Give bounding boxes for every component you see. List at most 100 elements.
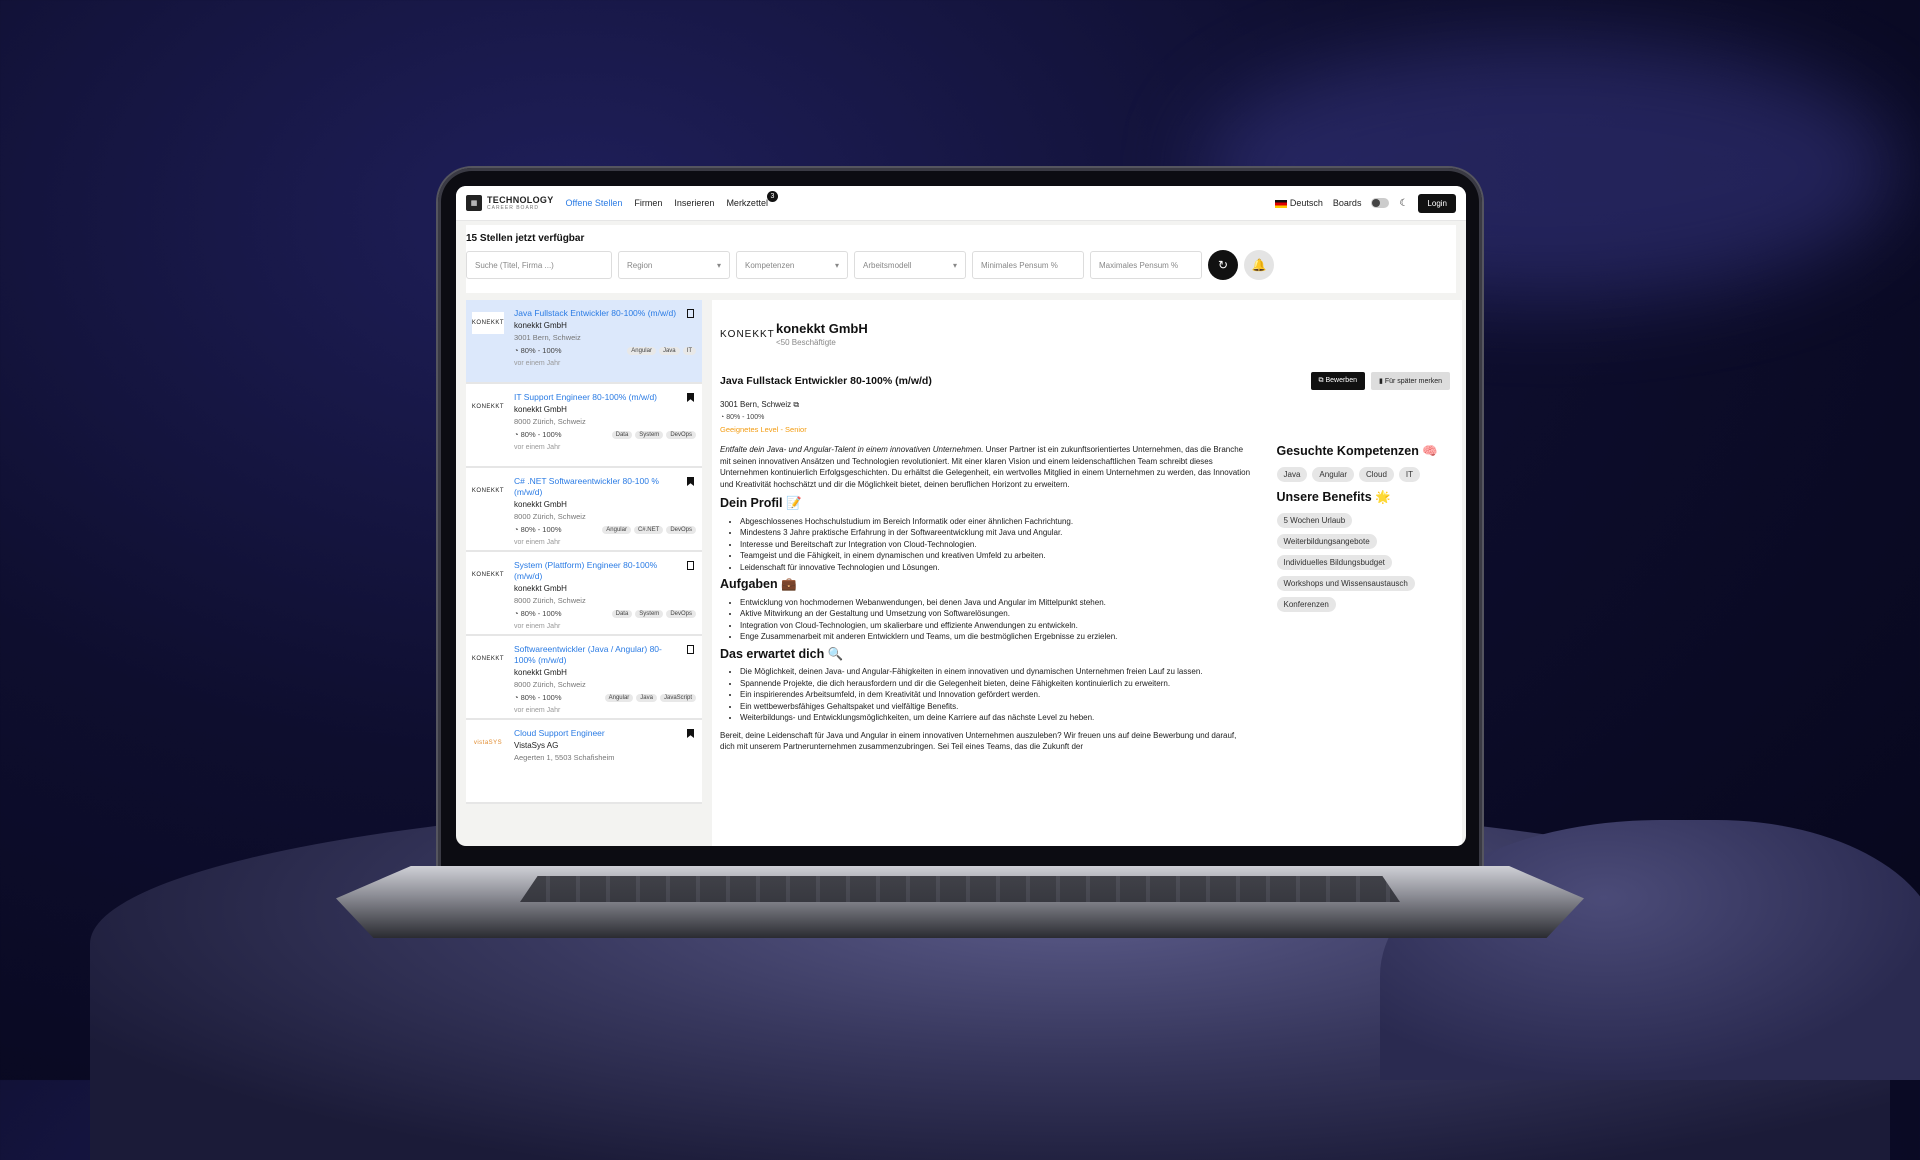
job-title: System (Plattform) Engineer 80-100% (m/w… bbox=[514, 560, 658, 581]
bookmark-icon[interactable] bbox=[687, 561, 694, 570]
list-item: Enge Zusammenarbeit mit anderen Entwickl… bbox=[740, 631, 1253, 643]
clock-icon: ◔ bbox=[514, 430, 519, 439]
skill-chip: Java bbox=[1276, 467, 1308, 482]
skill-chip: Cloud bbox=[1358, 467, 1394, 482]
list-item: Abgeschlossenes Hochschulstudium im Bere… bbox=[740, 516, 1253, 528]
job-title: Cloud Support Engineer bbox=[514, 728, 605, 738]
benefit-chip: Weiterbildungsangebote bbox=[1276, 534, 1377, 549]
filter-bar: 15 Stellen jetzt verfügbar Suche (Titel,… bbox=[466, 225, 1456, 293]
detail-location: 3001 Bern, Schweiz bbox=[720, 400, 792, 409]
theme-toggle[interactable] bbox=[1371, 198, 1390, 208]
aufgaben-heading: Aufgaben 💼 bbox=[720, 577, 797, 591]
detail-company-name[interactable]: konekkt GmbH bbox=[776, 321, 868, 336]
company-logo: KONEKKT bbox=[472, 480, 504, 502]
job-title: C# .NET Softwareentwickler 80-100 % (m/w… bbox=[514, 476, 659, 497]
erwartet-heading: Das erwartet dich 🔍 bbox=[720, 646, 844, 661]
job-card[interactable]: KONEKKT System (Plattform) Engineer 80-1… bbox=[466, 552, 702, 636]
bookmark-icon[interactable] bbox=[687, 309, 694, 318]
job-company: konekkt GmbH bbox=[514, 500, 567, 509]
job-card[interactable]: vistaSYS Cloud Support Engineer VistaSys… bbox=[466, 720, 702, 804]
region-label: Region bbox=[627, 260, 653, 270]
job-card[interactable]: KONEKKT C# .NET Softwareentwickler 80-10… bbox=[466, 468, 702, 552]
job-company: konekkt GmbH bbox=[514, 584, 567, 593]
min-pensum-input[interactable]: Minimales Pensum % bbox=[972, 251, 1084, 279]
job-pensum: 80% - 100% bbox=[520, 430, 562, 439]
clock-icon: ◔ bbox=[720, 414, 725, 421]
site-logo[interactable]: ▦ TECHNOLOGY CAREER BOARD bbox=[466, 195, 554, 211]
job-company: konekkt GmbH bbox=[514, 405, 567, 414]
nav-merkzettel[interactable]: Merkzettel 3 bbox=[726, 191, 778, 208]
aufgaben-list: Entwicklung von hochmodernen Webanwendun… bbox=[720, 597, 1253, 643]
chevron-down-icon: ▾ bbox=[834, 260, 839, 270]
list-item: Mindestens 3 Jahre praktische Erfahrung … bbox=[740, 527, 1253, 539]
nav-firmen[interactable]: Firmen bbox=[634, 198, 662, 208]
detail-employee-count: <50 Beschäftigte bbox=[776, 338, 836, 347]
kompetenzen-chips: Java Angular Cloud IT bbox=[1276, 467, 1455, 482]
nav-offene-stellen[interactable]: Offene Stellen bbox=[566, 198, 623, 208]
skill-chip: IT bbox=[1398, 467, 1420, 482]
external-link-icon[interactable]: ⧉ bbox=[793, 400, 799, 409]
nav-inserieren[interactable]: Inserieren bbox=[674, 198, 714, 208]
job-detail-panel: KONEKKT konekkt GmbH <50 Beschäftigte Ja… bbox=[712, 300, 1462, 846]
list-item: Ein wettbewerbsfähiges Gehaltspaket und … bbox=[740, 701, 1253, 713]
job-alert-button[interactable]: 🔔 bbox=[1244, 250, 1274, 280]
boards-link[interactable]: Boards bbox=[1333, 198, 1362, 208]
profil-heading: Dein Profil 📝 bbox=[720, 496, 802, 510]
job-tag: Java bbox=[658, 346, 680, 355]
company-logo: vistaSYS bbox=[472, 732, 504, 754]
arbeitsmodell-label: Arbeitsmodell bbox=[863, 260, 912, 270]
bookmark-icon[interactable] bbox=[687, 645, 694, 654]
laptop-screen: ▦ TECHNOLOGY CAREER BOARD Offene Stellen… bbox=[456, 186, 1466, 846]
job-location: 8000 Zürich, Schweiz bbox=[514, 512, 586, 521]
job-location: 8000 Zürich, Schweiz bbox=[514, 680, 586, 689]
job-card[interactable]: KONEKKT Java Fullstack Entwickler 80-100… bbox=[466, 300, 702, 384]
job-tag: Angular bbox=[627, 346, 656, 355]
job-location: 8000 Zürich, Schweiz bbox=[514, 417, 586, 426]
list-item: Spannende Projekte, die dich herausforde… bbox=[740, 678, 1253, 690]
nav-merkzettel-label: Merkzettel bbox=[726, 198, 768, 208]
apply-button[interactable]: ⧉ Bewerben bbox=[1310, 372, 1365, 390]
job-company: konekkt GmbH bbox=[514, 321, 567, 330]
save-for-later-button[interactable]: ▮ Für später merken bbox=[1371, 372, 1450, 390]
job-tag: Angular bbox=[602, 525, 631, 534]
clock-icon: ◔ bbox=[514, 525, 519, 534]
search-input[interactable]: Suche (Titel, Firma ...) bbox=[466, 251, 612, 279]
benefit-chip: 5 Wochen Urlaub bbox=[1276, 513, 1353, 528]
save-label: Für später merken bbox=[1384, 378, 1442, 385]
job-pensum: 80% - 100% bbox=[520, 346, 562, 355]
reset-filters-button[interactable]: ↻ bbox=[1208, 250, 1238, 280]
job-card[interactable]: KONEKKT IT Support Engineer 80-100% (m/w… bbox=[466, 384, 702, 468]
max-pensum-input[interactable]: Maximales Pensum % bbox=[1090, 251, 1202, 279]
job-card[interactable]: KONEKKT Softwareentwickler (Java / Angul… bbox=[466, 636, 702, 720]
arbeitsmodell-select[interactable]: Arbeitsmodell ▾ bbox=[854, 251, 966, 279]
detail-company-logo: KONEKKT bbox=[720, 328, 775, 340]
chevron-down-icon: ▾ bbox=[716, 260, 721, 270]
list-item: Interesse und Bereitschaft zur Integrati… bbox=[740, 539, 1253, 551]
german-flag-icon bbox=[1274, 199, 1287, 208]
job-pensum: 80% - 100% bbox=[520, 609, 562, 618]
region-select[interactable]: Region ▾ bbox=[618, 251, 730, 279]
job-posted-time: vor einem Jahr bbox=[514, 707, 561, 714]
benefits-heading: Unsere Benefits 🌟 bbox=[1276, 490, 1391, 504]
detail-job-title: Java Fullstack Entwickler 80-100% (m/w/d… bbox=[720, 375, 932, 387]
moon-icon[interactable]: ☾ bbox=[1399, 198, 1408, 209]
search-placeholder: Suche (Titel, Firma ...) bbox=[475, 260, 554, 270]
language-switch[interactable]: Deutsch bbox=[1274, 198, 1323, 208]
top-nav: ▦ TECHNOLOGY CAREER BOARD Offene Stellen… bbox=[456, 186, 1466, 221]
login-button[interactable]: Login bbox=[1418, 193, 1456, 213]
kompetenzen-label: Kompetenzen bbox=[745, 260, 795, 270]
external-link-icon: ⧉ bbox=[1318, 377, 1324, 384]
kompetenzen-select[interactable]: Kompetenzen ▾ bbox=[736, 251, 848, 279]
language-label: Deutsch bbox=[1289, 198, 1323, 208]
job-tag: Java bbox=[636, 693, 657, 702]
job-title: Java Fullstack Entwickler 80-100% (m/w/d… bbox=[514, 308, 677, 318]
job-count: 15 Stellen jetzt verfügbar bbox=[466, 233, 585, 244]
company-logo: KONEKKT bbox=[472, 312, 504, 334]
job-tag: Data bbox=[611, 609, 633, 618]
profil-list: Abgeschlossenes Hochschulstudium im Bere… bbox=[720, 516, 1253, 574]
merkzettel-count-badge: 3 bbox=[766, 191, 778, 202]
job-tag: Angular bbox=[604, 693, 634, 702]
job-list: KONEKKT Java Fullstack Entwickler 80-100… bbox=[466, 300, 702, 846]
benefit-chip: Konferenzen bbox=[1276, 597, 1336, 612]
job-sidebar: Gesuchte Kompetenzen 🧠 Java Angular Clou… bbox=[1276, 444, 1455, 761]
